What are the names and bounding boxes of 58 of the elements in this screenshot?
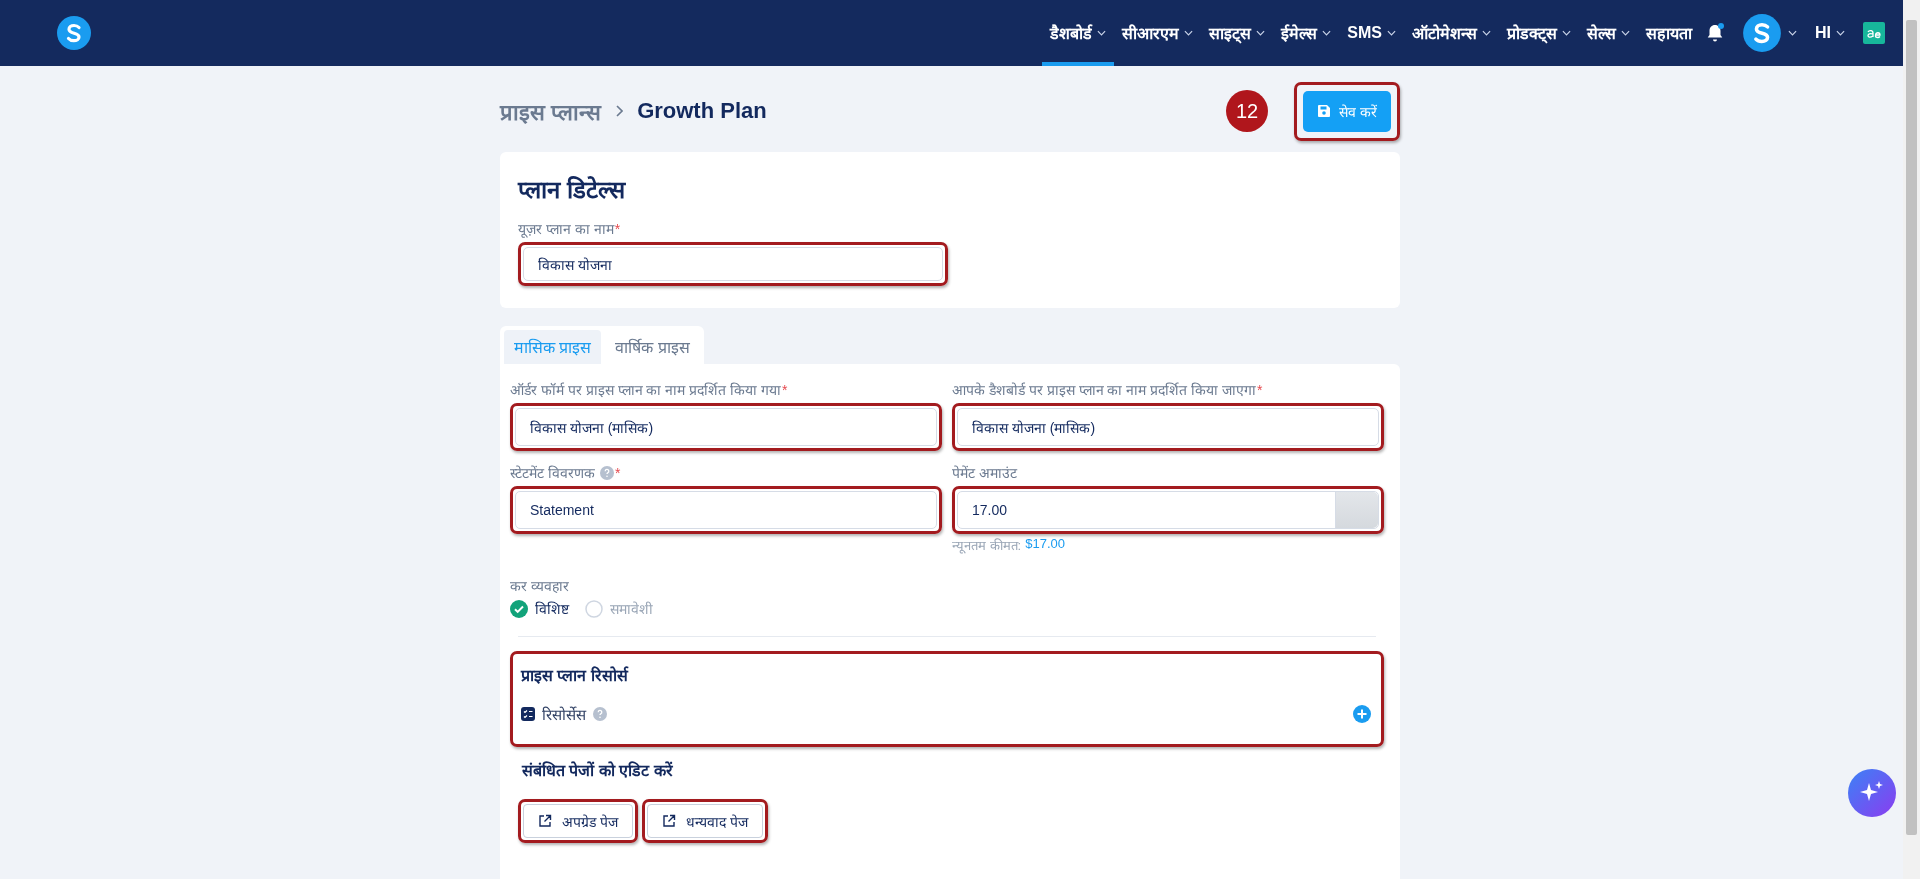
caret-icon bbox=[1836, 30, 1845, 36]
caret-icon bbox=[1788, 30, 1797, 36]
text-field[interactable]: 17.00 bbox=[957, 491, 1379, 529]
text-field[interactable]: विकास योजना (मासिक) bbox=[957, 408, 1379, 446]
radio-label: विशिष्ट bbox=[535, 600, 569, 618]
field-label: पेमेंट अमाउंट bbox=[952, 464, 1019, 482]
add-icon[interactable] bbox=[1353, 705, 1371, 723]
page-title: Growth Plan bbox=[637, 98, 767, 124]
field-value: 17.00 bbox=[972, 502, 1009, 518]
field-value: Statement bbox=[530, 502, 595, 518]
section-title: प्लान डिटेल्स bbox=[518, 175, 627, 205]
logo-icon[interactable] bbox=[56, 15, 92, 51]
required-asterisk: * bbox=[1257, 381, 1263, 398]
external-link-icon bbox=[538, 814, 552, 828]
nav-menu-item[interactable]: ईमेल्स bbox=[1273, 0, 1340, 66]
scrollbar[interactable] bbox=[1903, 0, 1920, 879]
language-selector[interactable]: HI bbox=[1803, 0, 1857, 66]
checked-radio-icon[interactable] bbox=[510, 599, 528, 618]
field-label: यूज़र प्लान का नाम* bbox=[518, 219, 622, 238]
nav-menu-item[interactable]: प्रोडक्ट्स bbox=[1499, 0, 1579, 66]
field-label: स्टेटमेंट विवरणक * bbox=[510, 463, 622, 482]
nav-menu-item[interactable]: SMS bbox=[1339, 0, 1404, 66]
checklist-icon bbox=[521, 707, 535, 721]
section-title: प्राइस प्लान रिसोर्स bbox=[521, 665, 630, 686]
field-label: आपके डैशबोर्ड पर प्राइस प्लान का नाम प्रदर्शित किया जाएगा* bbox=[952, 380, 1264, 399]
nav-menu-item[interactable]: सीआरएम bbox=[1114, 0, 1202, 66]
nav-menu-item[interactable]: ऑटोमेशन्स bbox=[1404, 0, 1499, 66]
field-label: ऑर्डर फॉर्म पर प्राइस प्लान का नाम प्रदर्शित किया गया* bbox=[510, 380, 789, 399]
nav-menu-item[interactable]: साइट्स bbox=[1201, 0, 1274, 66]
text-field[interactable]: Statement bbox=[515, 491, 937, 529]
help-icon[interactable] bbox=[599, 465, 614, 480]
edit-page-button[interactable]: अपग्रेड पेज bbox=[523, 804, 633, 838]
min-price-value: $17.00 bbox=[1025, 536, 1065, 553]
radio-label: समावेशी bbox=[610, 600, 653, 618]
field-value: विकास योजना (मासिक) bbox=[530, 418, 655, 437]
chevron-right-icon bbox=[615, 105, 624, 117]
breadcrumb-link[interactable]: प्राइस प्लान्स bbox=[500, 96, 602, 126]
required-asterisk: * bbox=[614, 464, 621, 481]
nav-menu-item[interactable]: सहायता bbox=[1638, 0, 1700, 66]
hint-text: न्यूनतम कीमत: bbox=[952, 537, 1022, 554]
section-title: संबंधित पेजों को एडिट करें bbox=[522, 760, 674, 781]
field-value: विकास योजना (मासिक) bbox=[972, 418, 1097, 437]
app-logo-icon[interactable] bbox=[1863, 22, 1885, 44]
help-icon[interactable] bbox=[593, 707, 607, 721]
radio-icon[interactable] bbox=[585, 599, 603, 618]
sparkle-assistant-icon[interactable] bbox=[1848, 769, 1896, 817]
required-asterisk: * bbox=[614, 220, 621, 237]
external-link-icon bbox=[661, 814, 676, 828]
nav-menu-item[interactable]: डैशबोर्ड bbox=[1042, 0, 1115, 66]
avatar-icon bbox=[1742, 13, 1782, 53]
nav-menu-item[interactable]: सेल्स bbox=[1579, 0, 1638, 66]
plan-name-field[interactable]: विकास योजना bbox=[523, 247, 943, 281]
resource-label: रिसोर्सेस bbox=[542, 705, 586, 724]
edit-page-button[interactable]: धन्यवाद पेज bbox=[646, 804, 763, 838]
step-number-badge: 12 bbox=[1226, 90, 1269, 132]
required-asterisk: * bbox=[782, 381, 788, 398]
field-label: कर व्यवहार bbox=[510, 577, 570, 595]
text-field[interactable]: विकास योजना (मासिक) bbox=[515, 408, 937, 446]
